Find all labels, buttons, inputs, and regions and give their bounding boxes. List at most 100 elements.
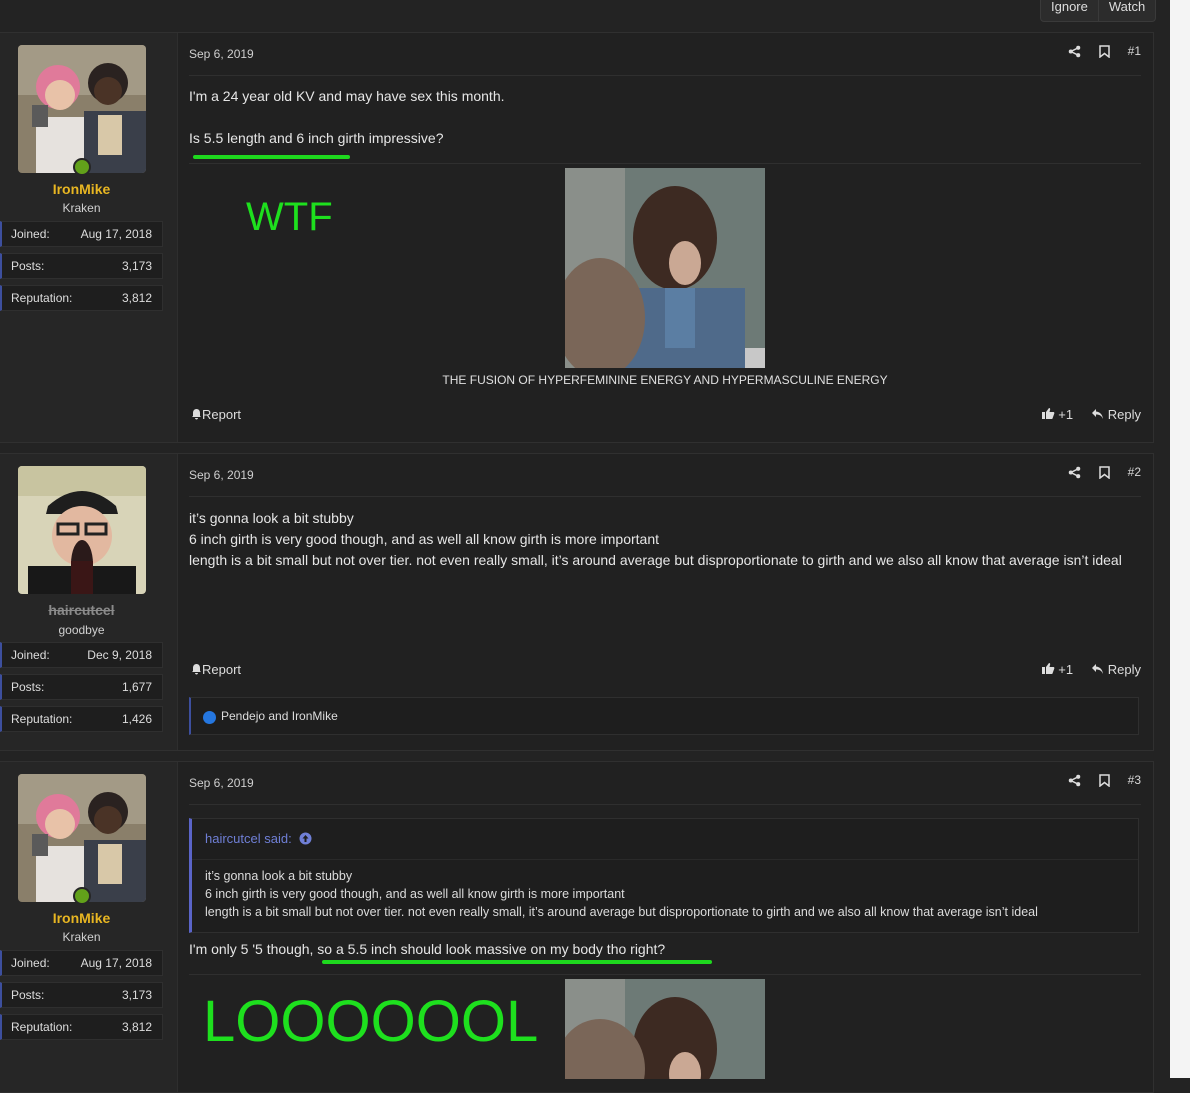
online-dot-icon [73,158,91,176]
post-date[interactable]: Sep 6, 2019 [189,47,254,61]
watch-button[interactable]: Watch [1099,0,1155,21]
bell-icon [192,409,201,420]
page-scrollbar[interactable] [1170,0,1190,1078]
share-icon[interactable] [1068,45,1081,58]
username[interactable]: IronMike [0,181,163,197]
arrow-up-circle-icon[interactable] [299,832,312,845]
footer-right: +1 Reply [1041,662,1141,677]
stat-reputation: Reputation: 1,426 [0,706,163,732]
stat-reputation: Reputation: 3,812 [0,1014,163,1040]
stat-value: Dec 9, 2018 [87,648,152,662]
post-text-line: length is a bit small but not over tier.… [189,552,1122,568]
share-icon[interactable] [1068,774,1081,787]
reply-button[interactable]: Reply [1091,407,1141,422]
quote-author-label: haircutcel said: [205,831,292,846]
stat-label: Reputation: [11,712,73,726]
post-2: haircutcel goodbye Joined: Dec 9, 2018 Po… [0,453,1154,751]
divider [189,496,1141,497]
green-underline [322,960,712,964]
stat-value: 3,812 [121,1020,152,1034]
reply-label: Reply [1107,407,1141,422]
post-text-line: 6 inch girth is very good though, and as… [189,531,660,547]
overlay-text: WTF [246,195,333,239]
stat-value[interactable]: 3,173 [122,259,152,273]
reactions-text[interactable]: Pendejo and IronMike [221,709,338,723]
footer-right: +1 Reply [1041,407,1141,422]
post-actions: #1 [1068,44,1141,58]
share-icon[interactable] [1068,466,1081,479]
divider [189,974,1141,975]
stat-label: Reputation: [11,1020,73,1034]
like-count: +1 [1058,407,1074,422]
quote-line: 6 inch girth is very good though, and as… [205,887,625,901]
stat-label: Joined: [11,227,50,241]
divider [189,75,1141,76]
user-title: Kraken [62,930,101,944]
quote-line: it’s gonna look a bit stubby [205,869,353,883]
reply-label: Reply [1107,662,1141,677]
post-image[interactable] [565,168,765,368]
divider [189,163,1141,164]
like-button[interactable]: +1 [1041,407,1073,422]
online-dot-icon [73,887,91,905]
thumbs-up-icon [1041,663,1055,674]
like-button[interactable]: +1 [1041,662,1073,677]
post-number[interactable]: #2 [1128,465,1141,479]
reply-button[interactable]: Reply [1091,662,1141,677]
stat-label: Posts: [11,259,45,273]
quote-block: haircutcel said: it’s gonna look a bit s… [189,818,1139,933]
avatar[interactable] [18,466,146,594]
stat-label: Posts: [11,988,45,1002]
stat-joined: Joined: Dec 9, 2018 [0,642,163,668]
avatar[interactable] [18,774,146,902]
stat-value: Aug 17, 2018 [80,227,152,241]
stat-posts: Posts: 3,173 [0,982,163,1008]
user-title: goodbye [58,623,105,637]
post-number[interactable]: #1 [1128,44,1141,58]
post-image[interactable] [565,979,765,1079]
avatar[interactable] [18,45,146,173]
quote-line: length is a bit small but not over tier.… [205,905,1038,919]
bookmark-icon[interactable] [1098,465,1110,479]
reactions-bar[interactable]: Pendejo and IronMike [189,697,1139,735]
post-1: IronMike Kraken Joined: Aug 17, 2018 Post… [0,32,1154,443]
report-button[interactable]: Report [191,407,241,422]
stat-label: Posts: [11,680,45,694]
stat-value[interactable]: 1,677 [122,680,152,694]
quote-header[interactable]: haircutcel said: [192,819,1138,860]
post-number[interactable]: #3 [1128,773,1141,787]
bookmark-icon[interactable] [1098,773,1110,787]
report-button[interactable]: Report [191,662,241,677]
stat-label: Joined: [11,956,50,970]
report-label: Report [202,407,242,422]
user-panel: IronMike Kraken Joined: Aug 17, 2018 Post… [0,33,178,442]
bookmark-icon[interactable] [1098,44,1110,58]
quote-author[interactable]: haircutcel said: [205,831,312,846]
username[interactable]: haircutcel [0,602,163,618]
ignore-button[interactable]: Ignore [1041,0,1099,21]
post-date[interactable]: Sep 6, 2019 [189,776,254,790]
stat-value[interactable]: 3,173 [122,988,152,1002]
stat-posts: Posts: 3,173 [0,253,163,279]
post-text-line: Is 5.5 length and 6 inch girth impressiv… [189,130,444,146]
divider [189,804,1141,805]
stat-label: Reputation: [11,291,73,305]
user-panel: IronMike Kraken Joined: Aug 17, 2018 Post… [0,762,178,1092]
post-date[interactable]: Sep 6, 2019 [189,468,254,482]
post-actions: #3 [1068,773,1141,787]
stat-value: 1,426 [121,712,152,726]
bell-icon [192,664,201,675]
post-text-line: I'm only 5 '5 though, so a 5.5 inch shou… [189,941,666,957]
username[interactable]: IronMike [0,910,163,926]
user-title: Kraken [62,201,101,215]
post-actions: #2 [1068,465,1141,479]
stat-reputation: Reputation: 3,812 [0,285,163,311]
image-caption: THE FUSION OF HYPERFEMININE ENERGY AND H… [442,373,888,387]
stat-joined: Joined: Aug 17, 2018 [0,221,163,247]
stat-joined: Joined: Aug 17, 2018 [0,950,163,976]
post-text-line: it’s gonna look a bit stubby [189,510,354,526]
post-text-line: I'm a 24 year old KV and may have sex th… [189,88,505,104]
thread-actions: Ignore Watch [1040,0,1157,22]
thumbs-up-icon [1041,408,1055,419]
stat-posts: Posts: 1,677 [0,674,163,700]
